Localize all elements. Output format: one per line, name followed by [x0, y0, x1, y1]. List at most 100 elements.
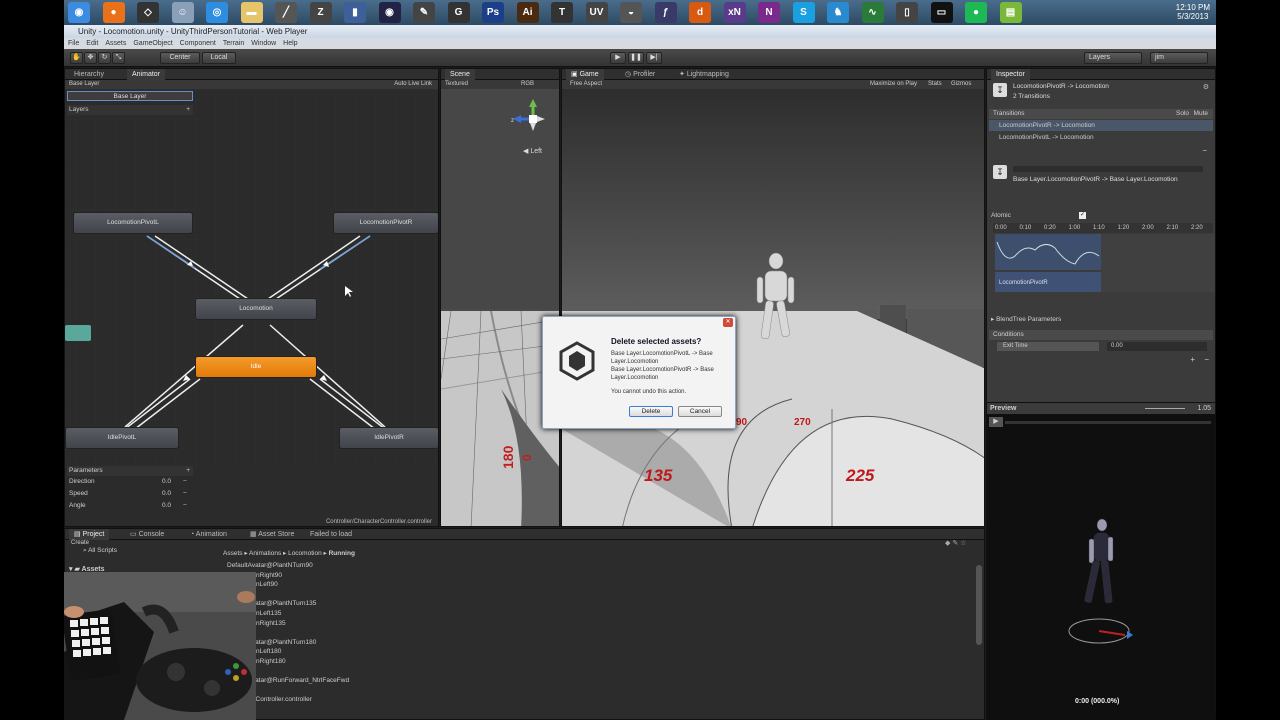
file-item[interactable]: PlantNTurnRight180: [227, 657, 427, 667]
file-item[interactable]: DefaultAvatar@RunForward_NtrlFaceFwd: [227, 676, 427, 686]
play-button[interactable]: ▶: [610, 52, 626, 64]
remove-parameter-button[interactable]: −: [183, 476, 187, 488]
chrome-icon[interactable]: ◉: [68, 2, 90, 23]
state-idle[interactable]: Idle: [195, 356, 317, 378]
file-item[interactable]: ference: [227, 667, 427, 677]
file-item[interactable]: PlantNTurnRight135: [227, 619, 427, 629]
onenote-icon[interactable]: N: [758, 2, 780, 23]
tab-scene[interactable]: Scene: [445, 69, 475, 80]
game-panel[interactable]: ▣ Game ◷ Profiler ✦ Lightmapping Free As…: [561, 68, 985, 527]
pencil-icon[interactable]: ✎: [413, 2, 435, 23]
menu-item-component[interactable]: Component: [180, 40, 216, 47]
spotify-icon[interactable]: ●: [965, 2, 987, 23]
file-item[interactable]: PlantNTurnLeft180: [227, 647, 427, 657]
state-locomotion-pivot-l[interactable]: LocomotionPivotL: [73, 212, 193, 234]
preview-scrubber[interactable]: [1005, 421, 1211, 424]
brush-icon[interactable]: ƒ: [654, 2, 677, 23]
remove-transition-button[interactable]: −: [1202, 146, 1207, 155]
transition-row[interactable]: LocomotionPivotR -> Locomotion: [989, 120, 1213, 131]
create-dropdown[interactable]: Create: [71, 540, 89, 546]
file-item[interactable]: DefaultAvatar@PlantNTurn135: [227, 599, 427, 609]
remove-condition-button[interactable]: −: [1204, 355, 1209, 364]
book-icon[interactable]: ▮: [344, 2, 366, 23]
maximize-on-play-toggle[interactable]: Maximize on Play: [870, 80, 917, 89]
state-idle-pivot-l[interactable]: IdlePivotL: [65, 427, 179, 449]
state-locomotion[interactable]: Locomotion: [195, 298, 317, 320]
scene-view[interactable]: 180 0 z ◀ Left: [441, 89, 560, 527]
tab-hierarchy[interactable]: Hierarchy: [69, 69, 109, 80]
scale-tool-button[interactable]: ⤡: [112, 52, 125, 64]
g-icon[interactable]: G: [447, 2, 470, 23]
obs-icon[interactable]: ◉: [378, 2, 401, 23]
pause-button[interactable]: ❚❚: [628, 52, 644, 64]
atomic-checkbox[interactable]: ✓: [1079, 212, 1086, 219]
pivot-center-button[interactable]: Center: [160, 52, 200, 64]
unity-icon[interactable]: ◇: [137, 2, 159, 23]
layers-dropdown[interactable]: Layers: [1084, 52, 1142, 64]
remove-parameter-button[interactable]: −: [183, 500, 187, 512]
file-item[interactable]: ference: [227, 590, 427, 600]
stats-toggle[interactable]: Stats: [928, 80, 942, 89]
path-segment[interactable]: Assets: [223, 550, 243, 557]
menu-item-edit[interactable]: Edit: [86, 40, 98, 47]
tab-animation[interactable]: ◔ Animation: [185, 529, 232, 540]
menu-item-gameobject[interactable]: GameObject: [133, 40, 172, 47]
parameter-value[interactable]: 0.0: [162, 476, 171, 488]
blendtree-foldout[interactable]: ▸ BlendTree Parameters: [991, 315, 1061, 323]
tab-inspector[interactable]: Inspector: [991, 69, 1030, 80]
usb-icon[interactable]: ▯: [896, 2, 918, 23]
move-tool-button[interactable]: ✥: [84, 52, 97, 64]
file-item[interactable]: PlantNTurnRight90: [227, 571, 427, 581]
topogun-icon[interactable]: T: [551, 2, 573, 23]
menu-item-help[interactable]: Help: [283, 40, 297, 47]
parameter-value[interactable]: 0.0: [162, 488, 171, 500]
hand-tool-button[interactable]: ✋: [70, 52, 83, 64]
scene-panel[interactable]: Scene Textured RGB 180 0 z ◀ Left: [440, 68, 560, 527]
delete-button[interactable]: Delete: [629, 406, 673, 417]
speed-slider[interactable]: [1145, 408, 1185, 409]
parameter-value[interactable]: 0.0: [162, 500, 171, 512]
file-item[interactable]: DefaultAvatar@PlantNTurn180: [227, 638, 427, 648]
auto-live-link-button[interactable]: Auto Live Link: [394, 80, 432, 89]
zbrush-icon[interactable]: Z: [309, 2, 332, 23]
transition-row[interactable]: LocomotionPivotL -> Locomotion: [989, 132, 1213, 143]
menu-item-window[interactable]: Window: [251, 40, 276, 47]
layout-dropdown[interactable]: jim: [1150, 52, 1208, 64]
settings-gear-icon[interactable]: ⚙: [1203, 83, 1209, 91]
tab-lightmapping[interactable]: ✦ Lightmapping: [674, 69, 734, 80]
skype-icon[interactable]: S: [792, 2, 815, 23]
state-idle-pivot-r[interactable]: IdlePivotR: [339, 427, 438, 449]
cancel-button[interactable]: Cancel: [678, 406, 722, 417]
file-item[interactable]: PlantNTurnLeft90: [227, 580, 427, 590]
pivot-local-button[interactable]: Local: [202, 52, 236, 64]
dialog-close-button[interactable]: ✕: [723, 318, 733, 327]
step-button[interactable]: ▶|: [646, 52, 662, 64]
layer-name-field[interactable]: Base Layer: [67, 91, 193, 101]
folder-icon[interactable]: ▬: [240, 2, 263, 23]
tab-game[interactable]: ▣ Game: [566, 69, 604, 80]
file-item[interactable]: DefaultAvatar@PlantNTurn90: [227, 561, 427, 571]
state-locomotion-pivot-r[interactable]: LocomotionPivotR: [333, 212, 438, 234]
remove-parameter-button[interactable]: −: [183, 488, 187, 500]
safari-icon[interactable]: ◎: [206, 2, 228, 23]
menu-item-file[interactable]: File: [68, 40, 79, 47]
speed-icon[interactable]: ∿: [861, 2, 884, 23]
aspect-dropdown[interactable]: Free Aspect: [570, 80, 602, 89]
file-item[interactable]: CharacterController.controller: [227, 695, 427, 705]
file-item[interactable]: n: [227, 686, 427, 696]
gizmos-dropdown[interactable]: Gizmos: [951, 80, 971, 89]
breadcrumb[interactable]: Base Layer: [69, 80, 99, 89]
all-scripts-item[interactable]: ⌕ All Scripts: [83, 547, 117, 555]
notepad-icon[interactable]: ▤: [999, 2, 1022, 23]
animator-panel[interactable]: Hierarchy Animator Base Layer Auto Live …: [64, 68, 439, 527]
android-icon[interactable]: ♞: [827, 2, 849, 23]
path-segment[interactable]: Running: [329, 550, 355, 557]
tab-project[interactable]: ▤ Project: [69, 529, 110, 540]
parameter-row[interactable]: Direction 0.0 −: [67, 476, 193, 488]
add-condition-button[interactable]: +: [1190, 355, 1195, 364]
illustrator-icon[interactable]: Ai: [516, 2, 539, 23]
tab-console[interactable]: ▭ Console: [125, 529, 169, 540]
menu-item-terrain[interactable]: Terrain: [223, 40, 244, 47]
mask-icon[interactable]: ◒: [620, 2, 642, 23]
system-tray[interactable]: 12:10 PM 5/3/2013: [1176, 3, 1210, 21]
